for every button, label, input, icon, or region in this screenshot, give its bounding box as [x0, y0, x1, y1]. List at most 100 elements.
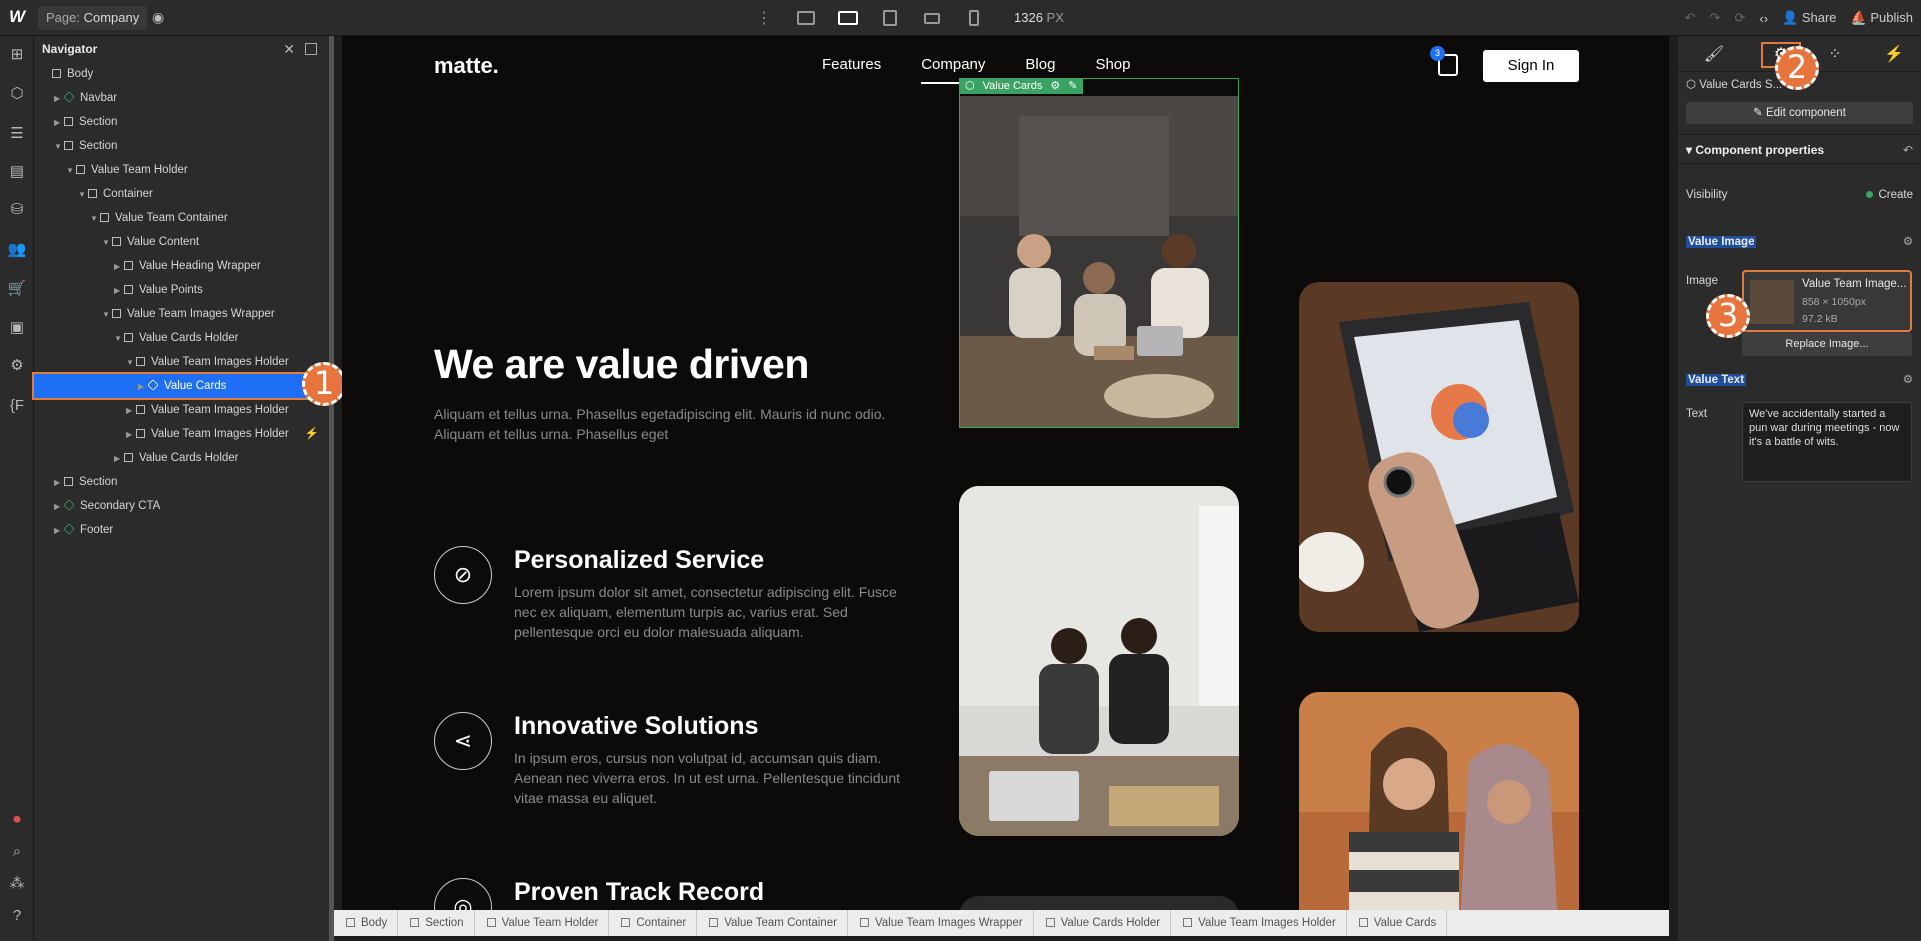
navigator-item[interactable]: ▶ Value Cards [32, 372, 331, 400]
settings-gear-icon[interactable]: ⚙ [1048, 78, 1062, 94]
navigator-item[interactable]: ▼ Value Team Images Wrapper [34, 302, 329, 326]
navigator-item[interactable]: ▶ Value Team Images Holder [34, 398, 329, 422]
design-canvas[interactable]: matte. Features Company Blog Shop 3 Sign In… [342, 36, 1669, 910]
navigator-item[interactable]: ▶ Secondary CTA [34, 494, 329, 518]
components-icon[interactable]: ⬡ [7, 84, 27, 104]
reset-icon[interactable]: ↶ [1903, 135, 1913, 165]
record-icon[interactable]: ⏺ [7, 810, 27, 830]
breadcrumb-item[interactable]: Value Team Images Wrapper [848, 910, 1034, 936]
team-photo-partial[interactable] [959, 896, 1239, 910]
caret-right-icon[interactable]: ▶ [114, 447, 124, 471]
caret-right-icon[interactable]: ▶ [54, 519, 64, 543]
mobile-landscape-icon[interactable] [918, 5, 946, 31]
caret-right-icon[interactable]: ▶ [54, 87, 64, 111]
breadcrumb-item[interactable]: Container [609, 910, 698, 936]
breadcrumb-item[interactable]: Value Team Images Holder [1171, 910, 1347, 936]
breadcrumb-item[interactable]: Section [398, 910, 475, 936]
publish-button[interactable]: ⛵ Publish [1851, 10, 1913, 26]
assets-icon[interactable]: ▣ [7, 318, 27, 338]
property-gear-icon[interactable]: ⚙ [1903, 367, 1913, 393]
navigator-item[interactable]: ▼ Value Content [34, 230, 329, 254]
share-button[interactable]: 👤 Share [1782, 10, 1837, 26]
caret-down-icon[interactable]: ▼ [114, 327, 124, 351]
caret-right-icon[interactable]: ▶ [126, 423, 136, 447]
edit-component-button[interactable]: ✎ Edit component [1686, 102, 1913, 124]
preview-eye-icon[interactable]: ◉ [152, 9, 164, 26]
search-icon[interactable]: ⌕ [7, 842, 27, 862]
caret-down-icon[interactable]: ▼ [54, 135, 64, 159]
value-text-field[interactable]: We've accidentally started a pun war dur… [1742, 402, 1912, 482]
team-photo-workshop[interactable] [959, 486, 1239, 836]
navigator-item[interactable]: ▶ Value Cards Holder [34, 446, 329, 470]
navigator-item[interactable]: ▶ Section [34, 470, 329, 494]
edit-pencil-icon[interactable]: ✎ [1066, 78, 1079, 94]
replace-image-button[interactable]: Replace Image... [1742, 332, 1912, 356]
caret-right-icon[interactable]: ▶ [54, 111, 64, 135]
breadcrumb-item[interactable]: Value Cards [1347, 910, 1448, 936]
dock-icon[interactable] [305, 43, 317, 55]
page-selector[interactable]: Page: Company [38, 6, 148, 30]
navigator-item[interactable]: ▼ Value Team Container [34, 206, 329, 230]
navigator-item[interactable]: ▶ Value Points [34, 278, 329, 302]
navigator-item[interactable]: ▼ Value Cards Holder [34, 326, 329, 350]
caret-down-icon[interactable]: ▼ [102, 303, 112, 327]
apps-icon[interactable]: ⁂ [7, 874, 27, 894]
caret-right-icon[interactable]: ▶ [54, 495, 64, 519]
caret-right-icon[interactable]: ▶ [54, 471, 64, 495]
redo-icon[interactable]: ↷ [1710, 10, 1721, 26]
cms-icon[interactable]: ⛁ [7, 200, 27, 220]
breadcrumb-item[interactable]: Body [334, 910, 399, 936]
navigator-item[interactable]: ▶ Navbar [34, 86, 329, 110]
desktop-large-icon[interactable] [792, 5, 820, 31]
navigator-icon[interactable]: ☰ [7, 124, 27, 144]
caret-down-icon[interactable]: ▼ [78, 183, 88, 207]
help-icon[interactable]: ? [7, 906, 27, 926]
pages-icon[interactable]: ▤ [7, 162, 27, 182]
more-options-icon[interactable]: ⋮ [756, 8, 772, 28]
navigator-item[interactable]: Body [34, 62, 329, 86]
caret-down-icon[interactable]: ▼ [126, 351, 136, 375]
caret-right-icon[interactable]: ▶ [138, 375, 148, 399]
navigator-item[interactable]: ▼ Value Team Images Holder [34, 350, 329, 374]
desktop-base-icon[interactable] [834, 5, 862, 31]
team-photo-tablet[interactable] [1299, 282, 1579, 632]
value-intro[interactable]: Aliquam et tellus urna. Phasellus egetad… [434, 404, 894, 444]
navigator-item[interactable]: ▶ Footer [34, 518, 329, 542]
undo-icon[interactable]: ↶ [1685, 10, 1696, 26]
breadcrumb-item[interactable]: Value Cards Holder [1034, 910, 1172, 936]
visibility-select[interactable]: Create [1866, 175, 1913, 215]
property-gear-icon[interactable]: ⚙ [1903, 229, 1913, 255]
breadcrumb-item[interactable]: Value Team Container [697, 910, 848, 936]
value-heading[interactable]: We are value driven [434, 341, 809, 388]
navigator-item[interactable]: ▶ Value Heading Wrapper [34, 254, 329, 278]
caret-down-icon[interactable]: ▼ [66, 159, 76, 183]
team-photo-women[interactable] [1299, 692, 1579, 910]
selection-tag[interactable]: ⬡ Value Cards ⚙ ✎ [959, 78, 1084, 94]
tablet-icon[interactable] [876, 5, 904, 31]
site-logo[interactable]: matte. [434, 53, 499, 79]
sync-icon[interactable]: ⟳ [1734, 10, 1745, 26]
style-manager-drops-icon[interactable]: ⁘ [1823, 44, 1847, 66]
image-picker[interactable]: Value Team Image... 858 × 1050px 97.2 kB [1742, 270, 1912, 332]
caret-right-icon[interactable]: ▶ [126, 399, 136, 423]
close-icon[interactable]: ✕ [283, 36, 295, 62]
component-properties-header[interactable]: ▾ Component properties ↶ [1678, 134, 1921, 164]
users-icon[interactable]: 👥 [7, 240, 27, 260]
caret-down-icon[interactable]: ▼ [90, 207, 100, 231]
breadcrumb-item[interactable]: Value Team Holder [475, 910, 610, 936]
caret-down-icon[interactable]: ▼ [102, 231, 112, 255]
sign-in-button[interactable]: Sign In [1483, 50, 1579, 82]
navigator-item[interactable]: ▼ Section [34, 134, 329, 158]
code-icon[interactable]: ‹› [1759, 11, 1768, 26]
navigator-item[interactable]: ▼ Container [34, 182, 329, 206]
navigator-item[interactable]: ▼ Value Team Holder [34, 158, 329, 182]
add-elements-icon[interactable]: ⊞ [7, 45, 27, 65]
navigator-item[interactable]: ▶ Value Team Images Holder ⚡ [34, 422, 329, 446]
interactions-bolt-icon[interactable]: ⚡ [1882, 44, 1906, 66]
style-brush-icon[interactable]: 🖌 [1702, 44, 1726, 66]
ecommerce-icon[interactable]: 🛒 [7, 279, 27, 299]
navigator-item[interactable]: ▶ Section [34, 110, 329, 134]
caret-right-icon[interactable]: ▶ [114, 255, 124, 279]
webflow-logo[interactable]: W [6, 7, 28, 29]
caret-right-icon[interactable]: ▶ [114, 279, 124, 303]
